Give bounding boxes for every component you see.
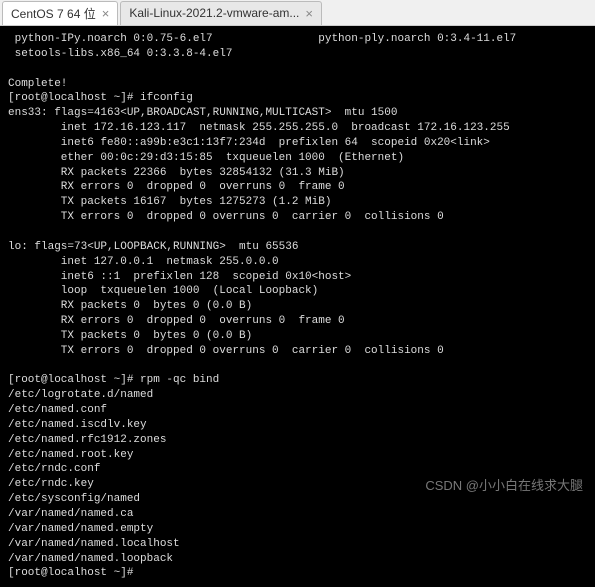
close-icon[interactable]: ×	[305, 6, 313, 21]
watermark-text: CSDN @小小白在线求大腿	[425, 475, 583, 494]
terminal-output[interactable]: python-IPy.noarch 0:0.75-6.el7 python-pl…	[0, 26, 595, 587]
tab-label: CentOS 7 64 位	[11, 5, 96, 22]
tab-bar: CentOS 7 64 位 × Kali-Linux-2021.2-vmware…	[0, 0, 595, 26]
tab-centos[interactable]: CentOS 7 64 位 ×	[2, 1, 118, 25]
tab-label: Kali-Linux-2021.2-vmware-am...	[129, 6, 299, 20]
close-icon[interactable]: ×	[102, 6, 110, 21]
tab-kali[interactable]: Kali-Linux-2021.2-vmware-am... ×	[120, 1, 322, 25]
